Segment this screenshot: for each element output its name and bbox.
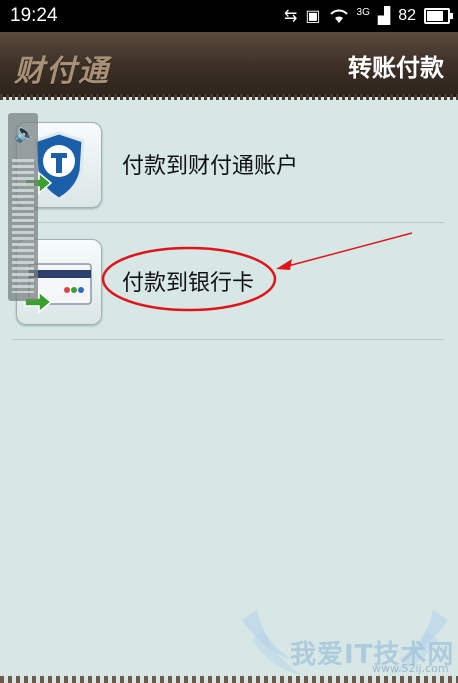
header-divider — [0, 94, 458, 100]
option-pay-to-bank-card[interactable]: 付款到银行卡 — [12, 223, 444, 340]
volume-slider[interactable] — [12, 159, 34, 293]
usb-icon: ⇆ — [284, 8, 298, 25]
watermark: 我爱IT技术网 www.52ij.com — [232, 600, 458, 683]
page-title: 转账付款 — [348, 54, 444, 82]
volume-overlay[interactable]: 🔈 — [8, 113, 38, 301]
wifi-icon — [329, 9, 348, 23]
speaker-icon: 🔈 — [14, 123, 37, 144]
bottom-border — [0, 676, 458, 683]
app-header: 财付通 转账付款 — [0, 32, 458, 97]
status-bar: 19:24 ⇆ ▣ 3G ▟ 82 — [0, 0, 458, 32]
option-label: 付款到银行卡 — [122, 271, 255, 296]
option-label: 付款到财付通账户 — [122, 154, 299, 179]
image-icon: ▣ — [305, 8, 321, 25]
battery-text: 82 — [398, 7, 416, 24]
signal-bars-icon: ▟ — [377, 8, 391, 25]
annotation-layer — [101, 232, 413, 312]
signal-icon: 3G — [356, 6, 370, 18]
battery-icon — [424, 8, 453, 24]
clock: 19:24 — [10, 5, 58, 26]
option-pay-to-tenpay-account[interactable]: 付款到财付通账户 — [12, 106, 444, 223]
watermark-site: www.52ij.com — [372, 662, 449, 675]
status-icons: ⇆ ▣ 3G ▟ 82 — [284, 6, 453, 26]
tenpay-logo: 财付通 — [14, 54, 110, 89]
